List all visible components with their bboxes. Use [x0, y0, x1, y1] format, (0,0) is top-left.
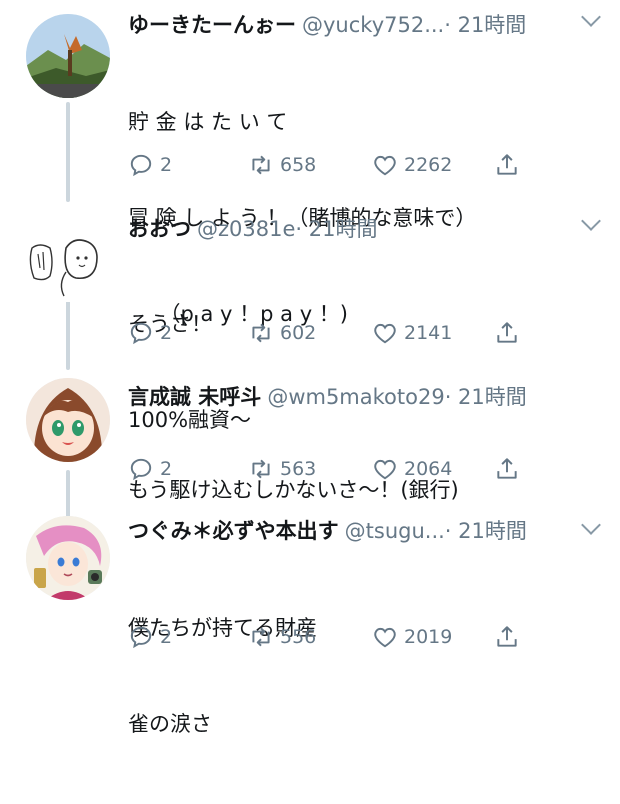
- tweet[interactable]: つぐみ＊必ずや本出す @tsugu...· 21時間 僕たちが持てる財産 雀の涙さ…: [0, 510, 620, 736]
- sketch-character-avatar-icon[interactable]: [26, 218, 110, 302]
- tweet-header: 言成誠 未呼斗 @wm5makoto29· 21時間: [128, 380, 527, 414]
- reply-icon: [130, 322, 152, 345]
- tweet-actions: 2 658 2262: [128, 150, 608, 180]
- tweet-header: おおつ @z0381e· 21時間: [128, 212, 377, 246]
- timestamp[interactable]: · 21時間: [445, 519, 527, 543]
- reply-icon: [130, 154, 152, 177]
- reply-icon: [130, 626, 152, 649]
- tweet-header: ゆーきたーんぉー @yucky752...· 21時間: [128, 8, 526, 42]
- retweet-count: 602: [280, 322, 317, 344]
- reply-count: 2: [160, 322, 173, 344]
- like-button[interactable]: 2064: [372, 454, 452, 484]
- user-handle[interactable]: @yucky752...: [302, 13, 444, 37]
- user-handle[interactable]: @wm5makoto29: [267, 385, 444, 409]
- chevron-down-icon[interactable]: [581, 7, 601, 27]
- tweet-text-line: 雀の涙さ: [128, 712, 212, 736]
- reply-count: 2: [160, 458, 173, 480]
- reply-button[interactable]: 2: [128, 318, 172, 348]
- retweet-count: 556: [280, 626, 317, 648]
- heart-icon: [374, 155, 396, 176]
- tweet[interactable]: ゆーきたーんぉー @yucky752...· 21時間 貯 金 は た い て 冒…: [0, 0, 620, 326]
- retweet-button[interactable]: 602: [248, 318, 316, 348]
- tweet-text-line: 貯 金 は た い て: [128, 110, 288, 134]
- timestamp[interactable]: · 21時間: [444, 13, 526, 37]
- chevron-down-icon[interactable]: [581, 211, 601, 231]
- like-count: 2141: [404, 322, 453, 344]
- retweet-icon: [252, 627, 270, 647]
- like-count: 2262: [404, 154, 453, 176]
- chevron-down-icon[interactable]: [581, 515, 601, 535]
- share-button[interactable]: [494, 454, 526, 484]
- tweet-actions: 2 602 2141: [128, 318, 608, 348]
- share-icon: [497, 154, 517, 175]
- user-handle[interactable]: @z0381e: [197, 217, 295, 241]
- share-icon: [497, 458, 517, 479]
- landscape-avatar-icon[interactable]: [26, 14, 110, 98]
- reply-button[interactable]: 2: [128, 454, 172, 484]
- reply-button[interactable]: 2: [128, 622, 172, 652]
- like-button[interactable]: 2262: [372, 150, 452, 180]
- heart-icon: [374, 323, 396, 344]
- user-handle[interactable]: @tsugu...: [345, 519, 445, 543]
- retweet-icon: [252, 459, 270, 479]
- like-count: 2064: [404, 458, 453, 480]
- tweet[interactable]: おおつ @z0381e· 21時間 そうさ！ 100%融資〜 2 602 2141: [0, 204, 620, 432]
- retweet-button[interactable]: 563: [248, 454, 316, 484]
- reply-button[interactable]: 2: [128, 150, 172, 180]
- reply-count: 2: [160, 154, 173, 176]
- share-icon: [497, 626, 517, 647]
- like-count: 2019: [404, 626, 453, 648]
- retweet-icon: [252, 155, 270, 175]
- retweet-count: 658: [280, 154, 317, 176]
- share-button[interactable]: [494, 318, 526, 348]
- retweet-button[interactable]: 556: [248, 622, 316, 652]
- share-button[interactable]: [494, 622, 526, 652]
- display-name[interactable]: つぐみ＊必ずや本出す: [128, 519, 339, 543]
- heart-icon: [374, 459, 396, 480]
- display-name[interactable]: おおつ: [128, 217, 191, 241]
- retweet-icon: [252, 323, 270, 343]
- tweet-text: 僕たちが持てる財産 雀の涙さ: [128, 548, 317, 804]
- reply-count: 2: [160, 626, 173, 648]
- display-name[interactable]: 言成誠 未呼斗: [128, 385, 261, 409]
- timestamp[interactable]: · 21時間: [445, 385, 527, 409]
- tweet-header: つぐみ＊必ずや本出す @tsugu...· 21時間: [128, 514, 527, 548]
- timestamp[interactable]: · 21時間: [295, 217, 377, 241]
- display-name[interactable]: ゆーきたーんぉー: [128, 13, 296, 37]
- retweet-button[interactable]: 658: [248, 150, 316, 180]
- like-button[interactable]: 2141: [372, 318, 452, 348]
- anime-girl-avatar-icon[interactable]: [26, 378, 110, 462]
- tweet[interactable]: 言成誠 未呼斗 @wm5makoto29· 21時間 もう駆け込むしかないさ〜！(…: [0, 374, 620, 510]
- tweet-actions: 2 563 2064: [128, 454, 608, 484]
- heart-icon: [374, 627, 396, 648]
- retweet-count: 563: [280, 458, 317, 480]
- like-button[interactable]: 2019: [372, 622, 452, 652]
- illustration-avatar-icon[interactable]: [26, 516, 110, 600]
- share-icon: [497, 322, 517, 343]
- tweet-actions: 2 556 2019: [128, 622, 608, 652]
- reply-icon: [130, 458, 152, 481]
- share-button[interactable]: [494, 150, 526, 180]
